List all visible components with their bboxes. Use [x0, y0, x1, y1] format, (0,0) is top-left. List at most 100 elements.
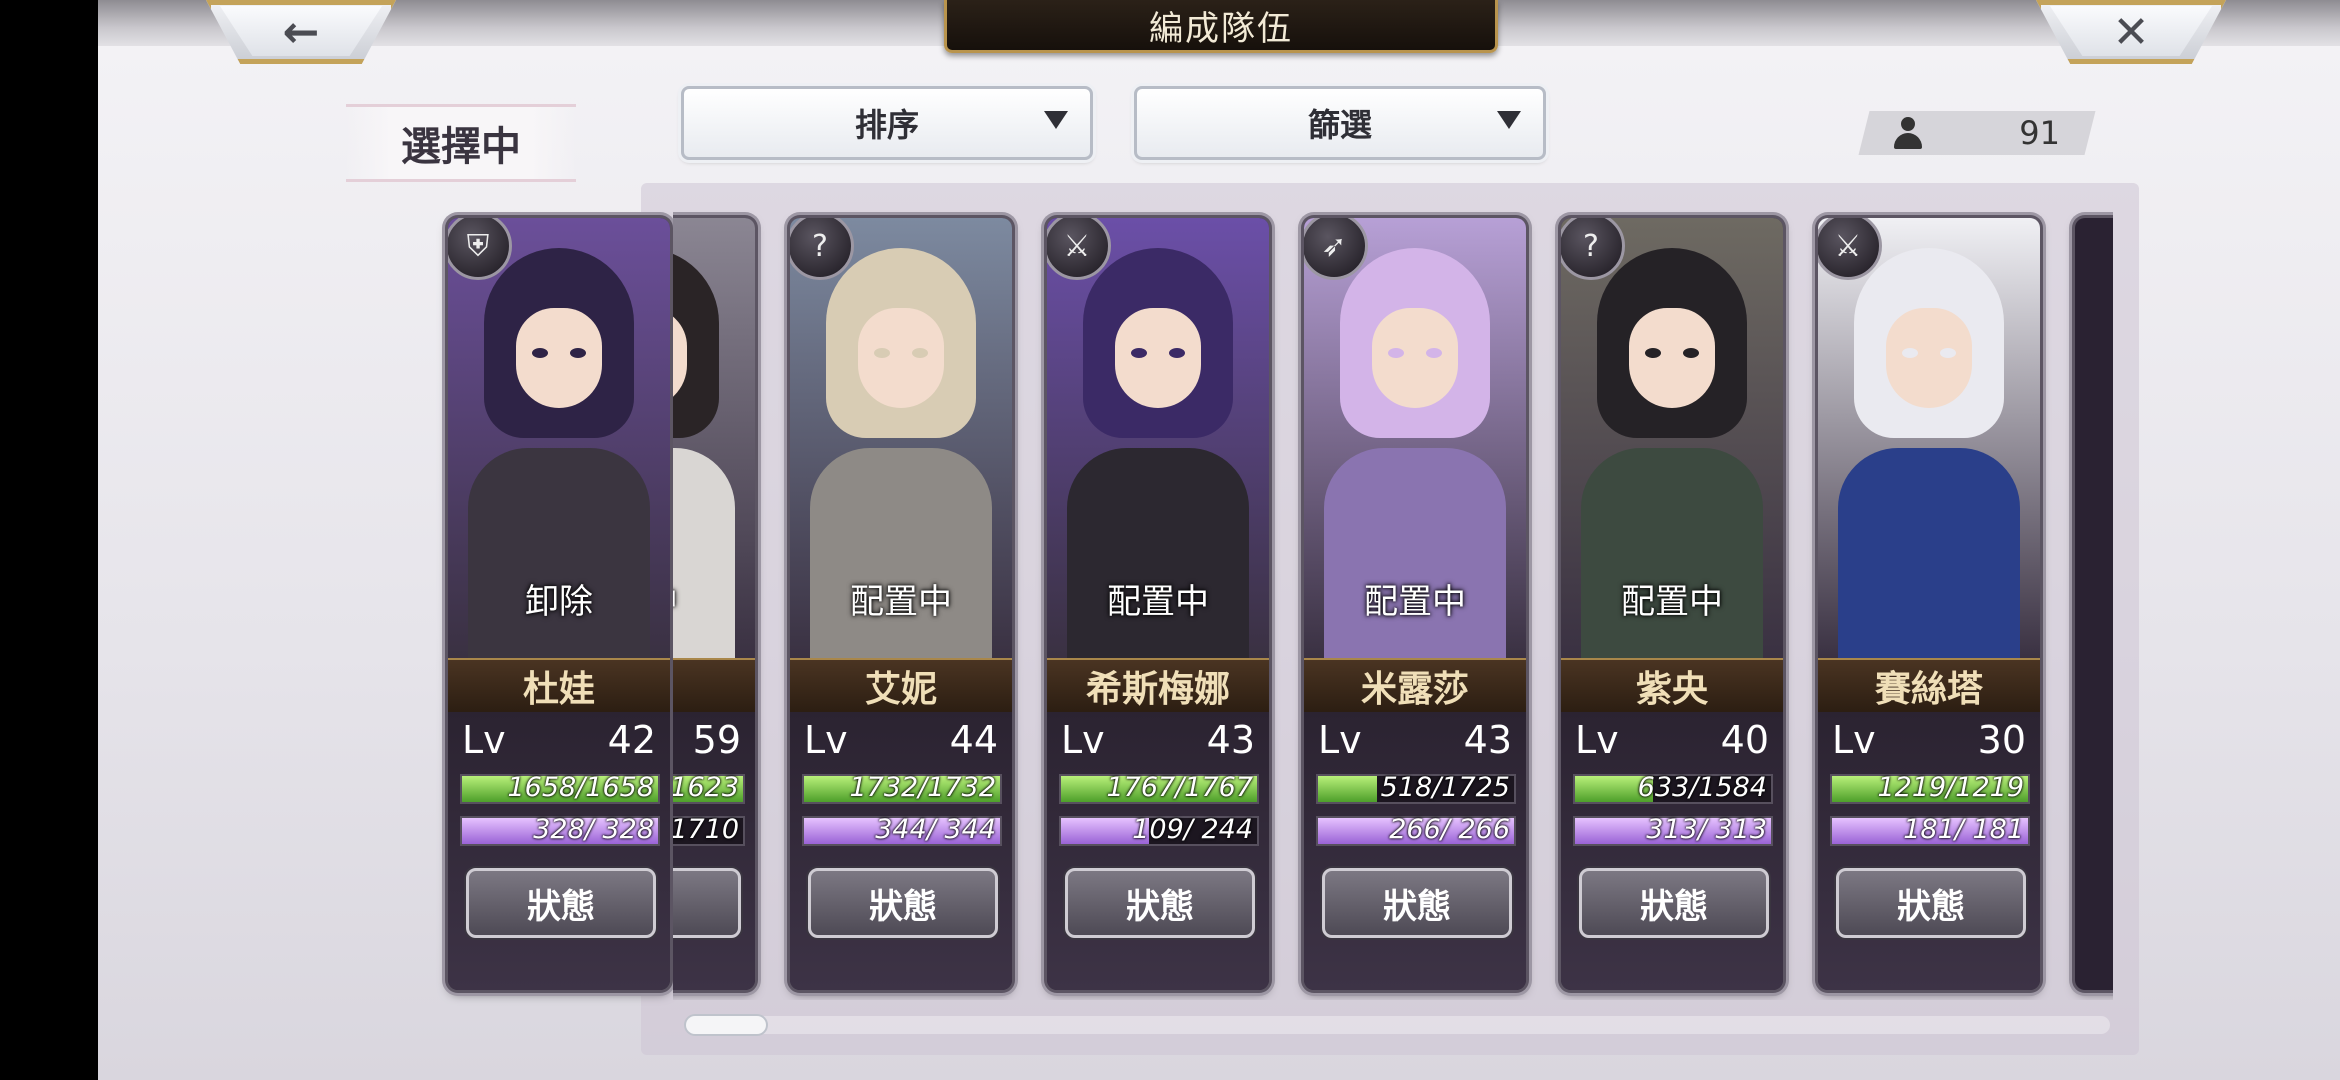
level-value: 42 — [607, 718, 656, 762]
back-arrow-icon: ← — [282, 6, 320, 58]
portrait-eye — [912, 348, 928, 358]
mp-value: 109/ 244 — [1132, 814, 1253, 845]
selecting-label: 選擇中 — [346, 104, 576, 182]
dropdown-arrow-icon — [1044, 111, 1068, 129]
mp-bar: 109/ 244 — [1059, 814, 1259, 846]
portrait-body — [673, 448, 735, 678]
portrait-face — [1886, 308, 1972, 408]
owned-count-value: 91 — [2019, 114, 2060, 152]
character-name: 雲 — [673, 658, 755, 714]
portrait-eye — [1131, 348, 1147, 358]
character-name: 紫央 — [1561, 658, 1783, 714]
status-button[interactable]: 狀態 — [1579, 868, 1769, 938]
filter-dropdown[interactable]: 篩選 — [1134, 86, 1546, 160]
status-button[interactable]: 狀態 — [1322, 868, 1512, 938]
portrait-face — [516, 308, 602, 408]
character-portrait: 卸除 — [448, 218, 670, 678]
character-portrait: 配置中 — [1304, 218, 1526, 678]
hp-bar-fill — [1318, 776, 1377, 802]
level-row: Lv 30 — [1832, 718, 2026, 762]
portrait-eye — [1940, 348, 1956, 358]
character-portrait: 配置中 — [790, 218, 1012, 678]
hp-bar: /1623 — [673, 772, 745, 804]
hp-value: 1658/1658 — [507, 772, 654, 803]
hp-value: 633/1584 — [1637, 772, 1767, 803]
status-button[interactable]: 狀態 — [466, 868, 656, 938]
character-stats: Lv 40 633/1584 313/ 313 狀態 — [1561, 712, 1783, 990]
scrollbar-track[interactable] — [686, 1016, 2110, 1034]
character-stats: Lv 42 1658/1658 328/ 328 狀態 — [448, 712, 670, 990]
level-row: Lv 44 — [804, 718, 998, 762]
status-button[interactable]: 態 — [673, 868, 741, 938]
level-row: Lv 43 — [1318, 718, 1512, 762]
level-label: Lv — [1575, 718, 1619, 762]
sort-label: 排序 — [854, 106, 919, 144]
back-button[interactable]: ← — [206, 0, 396, 64]
level-value: 40 — [1720, 718, 1769, 762]
hp-bar: 1219/1219 — [1830, 772, 2030, 804]
hp-bar: 1658/1658 — [460, 772, 660, 804]
mp-bar: 313/ 313 — [1573, 814, 1773, 846]
hp-value: 1219/1219 — [1877, 772, 2024, 803]
level-row: Lv 40 — [1575, 718, 1769, 762]
roster-scroll-area[interactable]: 置中 雲 Lv 59 /1623 /1710 態 ? 配置中 — [673, 200, 2113, 1000]
hp-value: /1623 — [673, 772, 739, 803]
team-formation-screen: ← 編成隊伍 ✕ 選擇中 排序 篩選 91 ⛨ 卸除 杜娃 Lv 42 1658… — [98, 0, 2340, 1080]
character-name: 艾妮 — [790, 658, 1012, 714]
portrait-body — [1324, 448, 1506, 678]
hp-value: 1732/1732 — [849, 772, 996, 803]
roster-character-card[interactable]: ? 配置中 艾妮 Lv 44 1732/1732 344/ 344 狀態 — [790, 218, 1012, 990]
roster-character-card[interactable]: ➶ 配置中 米露莎 Lv 43 518/1725 266/ 266 狀態 — [1304, 218, 1526, 990]
portrait-eye — [1426, 348, 1442, 358]
status-button[interactable]: 狀態 — [808, 868, 998, 938]
roster-character-card[interactable]: ? 配置中 紫央 Lv 40 633/1584 313/ 313 狀態 — [1561, 218, 1783, 990]
portrait-eye — [570, 348, 586, 358]
scrollbar-thumb[interactable] — [686, 1016, 766, 1034]
mp-value: 344/ 344 — [875, 814, 996, 845]
character-stats: Lv 43 518/1725 266/ 266 狀態 — [1304, 712, 1526, 990]
owned-count: 91 — [1864, 111, 2090, 155]
status-button[interactable]: 狀態 — [1065, 868, 1255, 938]
placement-status: 卸除 — [525, 582, 593, 622]
character-name: 賽絲塔 — [1818, 658, 2040, 714]
roster-character-card[interactable]: ⚔ 配置中 希斯梅娜 Lv 43 1767/1767 109/ 244 狀態 — [1047, 218, 1269, 990]
mp-value: /1710 — [673, 814, 739, 845]
mp-bar: 181/ 181 — [1830, 814, 2030, 846]
level-value: 43 — [1206, 718, 1255, 762]
mp-value: 266/ 266 — [1389, 814, 1510, 845]
mp-bar: 266/ 266 — [1316, 814, 1516, 846]
level-value: 59 — [692, 718, 741, 762]
mp-value: 181/ 181 — [1903, 814, 2024, 845]
roster-character-card[interactable]: ⚔ 賽絲塔 Lv 30 1219/1219 181/ 181 狀態 — [1818, 218, 2040, 990]
character-stats: Lv 30 1219/1219 181/ 181 狀態 — [1818, 712, 2040, 990]
character-portrait: 配置中 — [1047, 218, 1269, 678]
roster-character-card[interactable] — [2075, 218, 2113, 990]
placement-status: 配置中 — [1364, 582, 1466, 622]
filter-label: 篩選 — [1307, 106, 1372, 144]
mp-bar: 328/ 328 — [460, 814, 660, 846]
portrait-eye — [1902, 348, 1918, 358]
character-portrait: 配置中 — [1561, 218, 1783, 678]
character-stats: Lv 44 1732/1732 344/ 344 狀態 — [790, 712, 1012, 990]
hp-value: 1767/1767 — [1106, 772, 1253, 803]
mp-value: 328/ 328 — [533, 814, 654, 845]
hp-value: 518/1725 — [1380, 772, 1510, 803]
placement-status: 配置中 — [1621, 582, 1723, 622]
sort-dropdown[interactable]: 排序 — [681, 86, 1093, 160]
hp-bar: 518/1725 — [1316, 772, 1516, 804]
level-value: 43 — [1463, 718, 1512, 762]
roster-character-card[interactable]: 置中 雲 Lv 59 /1623 /1710 態 — [673, 218, 755, 990]
level-label: Lv — [1832, 718, 1876, 762]
portrait-eye — [874, 348, 890, 358]
level-value: 44 — [949, 718, 998, 762]
close-icon: ✕ — [2112, 6, 2150, 58]
portrait-eye — [1169, 348, 1185, 358]
portrait-eye — [1645, 348, 1661, 358]
character-stats: Lv 43 1767/1767 109/ 244 狀態 — [1047, 712, 1269, 990]
portrait-eye — [1388, 348, 1404, 358]
selected-character-card[interactable]: ⛨ 卸除 杜娃 Lv 42 1658/1658 328/ 328 狀態 — [448, 218, 670, 990]
close-button[interactable]: ✕ — [2036, 0, 2226, 64]
portrait-face — [1372, 308, 1458, 408]
status-button[interactable]: 狀態 — [1836, 868, 2026, 938]
level-label: Lv — [462, 718, 506, 762]
